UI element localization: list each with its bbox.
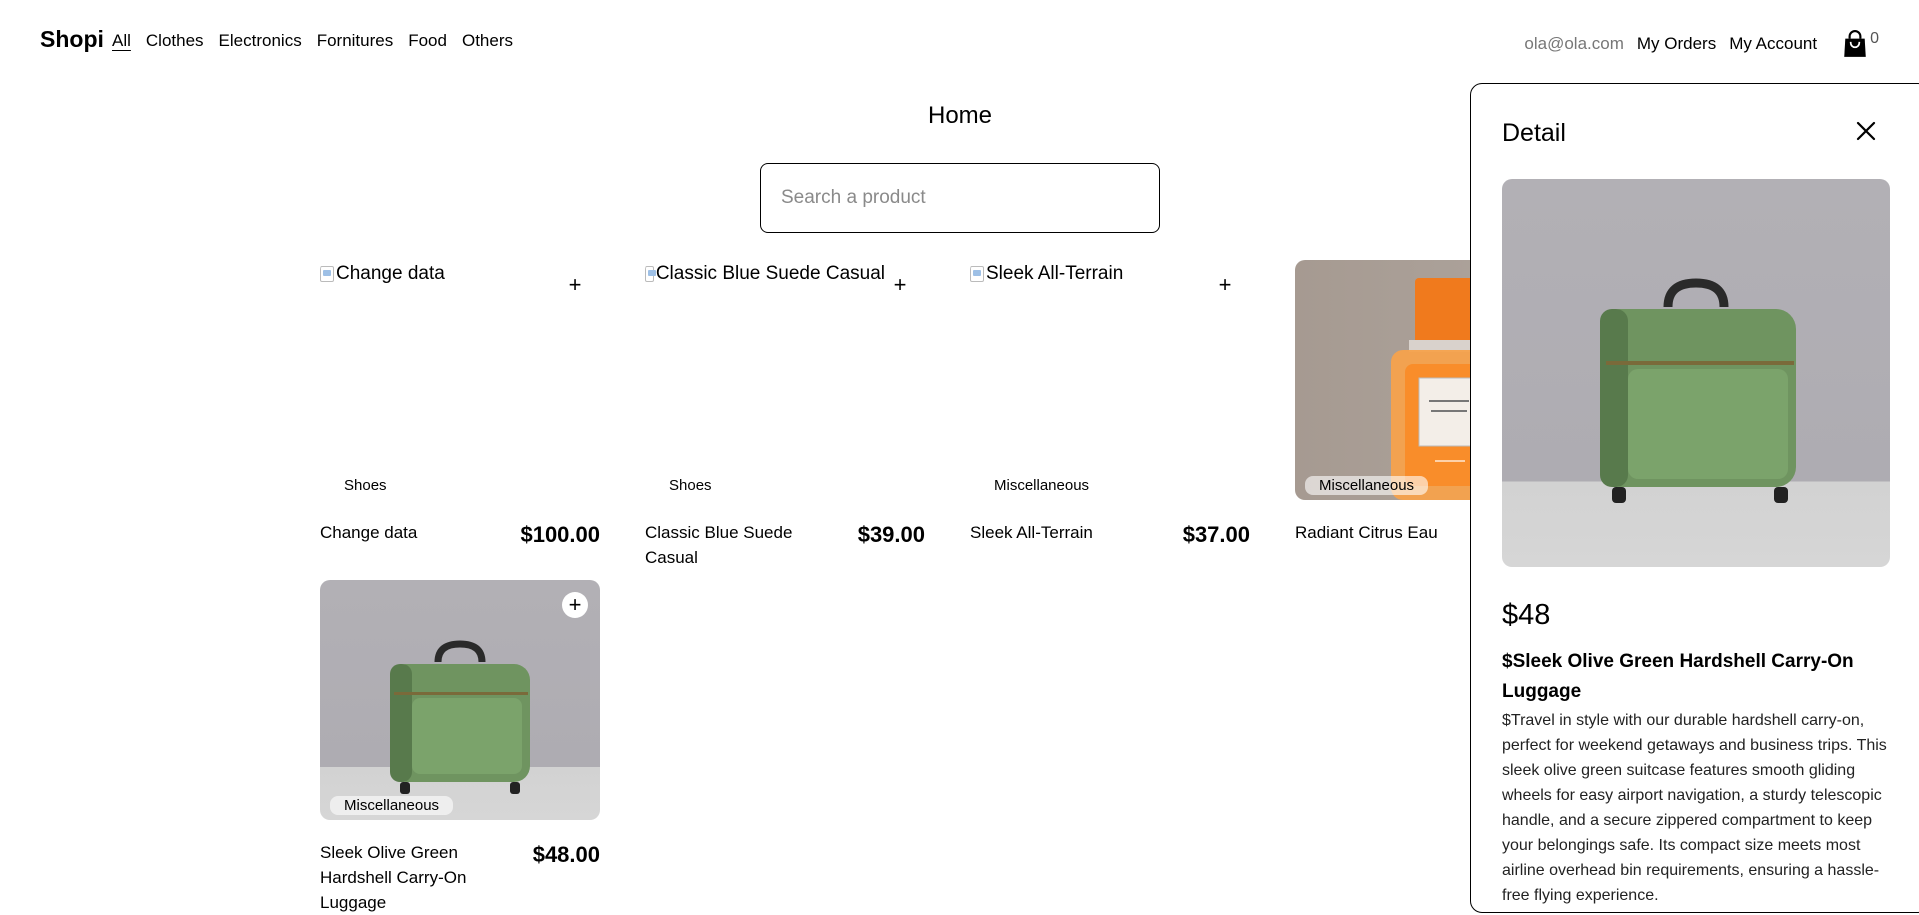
product-image: Change data + Shoes <box>320 260 600 500</box>
product-name: Classic Blue Suede Casual <box>645 523 793 567</box>
add-to-cart-button[interactable]: + <box>562 592 588 618</box>
product-card[interactable]: Change data + Shoes Change data $100.00 <box>320 260 600 570</box>
detail-title: Detail <box>1502 119 1566 147</box>
nav-link-fornitures[interactable]: Fornitures <box>317 31 394 51</box>
detail-description: $Travel in style with our durable hardsh… <box>1502 712 1887 904</box>
product-price: $48.00 <box>532 842 600 867</box>
cart-count: 0 <box>1870 30 1879 47</box>
close-icon[interactable] <box>1855 120 1877 142</box>
cart-button[interactable]: 0 <box>1842 30 1879 58</box>
image-alt-text: Classic Blue Suede Casual <box>655 263 885 284</box>
nav-link-my-account[interactable]: My Account <box>1729 34 1817 54</box>
image-alt-text: Change data <box>336 263 445 284</box>
product-image: + Miscellaneous <box>320 580 600 820</box>
product-name: Change data <box>320 523 418 542</box>
shopping-bag-icon <box>1844 30 1866 57</box>
category-badge: Shoes <box>344 477 387 494</box>
image-alt-text: Sleek All-Terrain <box>986 263 1124 284</box>
category-badge: Miscellaneous <box>994 477 1090 494</box>
broken-image-icon <box>645 266 656 282</box>
nav-link-food[interactable]: Food <box>408 31 447 51</box>
nav-link-my-orders[interactable]: My Orders <box>1637 34 1716 54</box>
product-price: $37.00 <box>1182 522 1250 547</box>
detail-price: $48 <box>1502 599 1551 631</box>
luggage-illustration <box>1600 278 1796 503</box>
nav-link-electronics[interactable]: Electronics <box>219 31 302 51</box>
detail-product-image <box>1502 179 1890 567</box>
nav-link-clothes[interactable]: Clothes <box>146 31 204 51</box>
broken-image-icon <box>320 266 334 282</box>
category-badge: Miscellaneous <box>1305 476 1429 495</box>
nav-link-all[interactable]: All <box>112 31 131 51</box>
top-navbar: Shopi All Clothes Electronics Fornitures… <box>0 0 1919 80</box>
add-to-cart-button[interactable]: + <box>1212 272 1238 298</box>
nav-link-others[interactable]: Others <box>462 31 513 51</box>
add-to-cart-button[interactable]: + <box>887 272 913 298</box>
account-nav: ola@ola.com My Orders My Account 0 <box>1524 30 1879 58</box>
product-price: $100.00 <box>520 522 600 547</box>
product-card[interactable]: + Miscellaneous Sleek Olive Green Hardsh… <box>320 580 600 912</box>
product-name: Sleek All-Terrain <box>970 523 1093 542</box>
broken-image-icon <box>970 266 984 282</box>
product-image: Sleek All-Terrain + Miscellaneous <box>970 260 1250 500</box>
category-badge: Miscellaneous <box>330 796 454 815</box>
product-detail-panel: Detail $48 $Sleek Olive Green Hardshell … <box>1470 83 1919 913</box>
product-name: Sleek Olive Green Hardshell Carry-On Lug… <box>320 843 467 912</box>
detail-product-name: $Sleek Olive Green Hardshell Carry-On Lu… <box>1502 651 1854 702</box>
product-card[interactable]: Sleek All-Terrain + Miscellaneous Sleek … <box>970 260 1250 570</box>
page-title: Home <box>927 102 993 129</box>
brand-logo[interactable]: Shopi <box>40 26 104 53</box>
category-nav: All Clothes Electronics Fornitures Food … <box>112 31 513 51</box>
product-card[interactable]: Classic Blue Suede Casual + Shoes Classi… <box>645 260 925 570</box>
product-image: Classic Blue Suede Casual + Shoes <box>645 260 925 500</box>
luggage-illustration <box>390 640 530 794</box>
add-to-cart-button[interactable]: + <box>562 272 588 298</box>
search-input[interactable] <box>760 163 1160 233</box>
user-email: ola@ola.com <box>1524 34 1624 53</box>
category-badge: Shoes <box>669 477 712 494</box>
product-name: Radiant Citrus Eau <box>1295 523 1438 542</box>
product-price: $39.00 <box>857 522 925 547</box>
